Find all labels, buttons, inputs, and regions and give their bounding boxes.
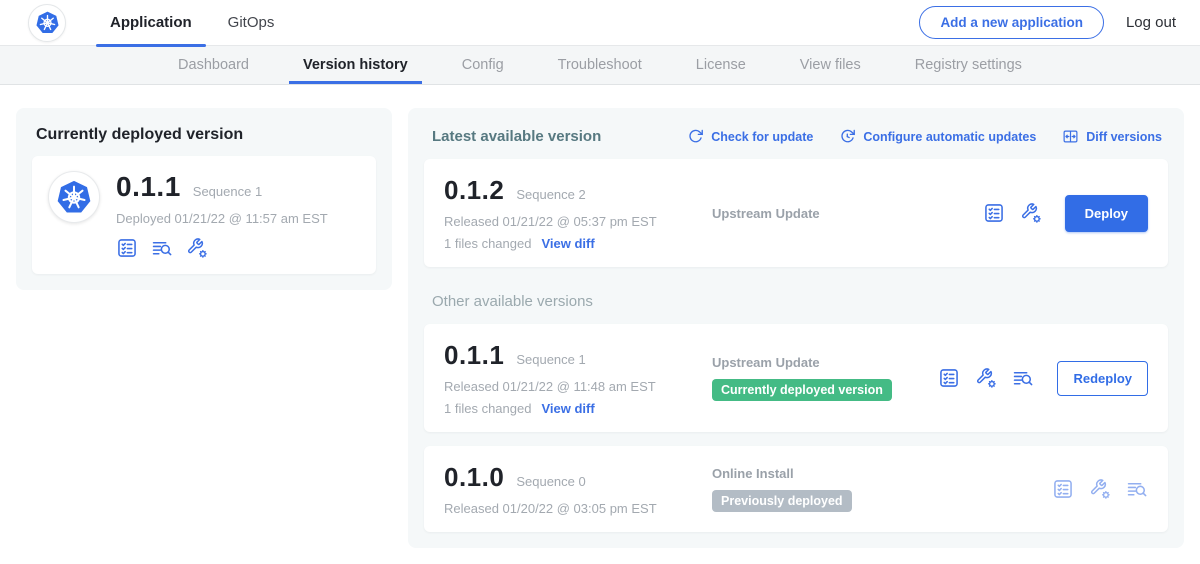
latest-available-title: Latest available version: [432, 128, 601, 145]
config-icon[interactable]: [1089, 478, 1111, 500]
currently-deployed-panel: Currently deployed version 0.1.1 Sequenc…: [16, 108, 392, 290]
diff-icon: [1062, 128, 1079, 145]
version-info: 0.1.1 Sequence 1 Released 01/21/22 @ 11:…: [444, 340, 712, 416]
tab-view-files-label: View files: [800, 57, 861, 73]
view-diff-link[interactable]: View diff: [541, 236, 594, 251]
kubernetes-logo: [28, 4, 66, 42]
deploy-button[interactable]: Deploy: [1065, 195, 1148, 232]
redeploy-button[interactable]: Redeploy: [1057, 361, 1148, 396]
deployed-icon-row: [116, 237, 328, 259]
preflight-checks-icon[interactable]: [1052, 478, 1074, 500]
version-info: 0.1.0 Sequence 0 Released 01/20/22 @ 03:…: [444, 462, 712, 516]
sequence-label: Sequence 0: [516, 474, 585, 489]
tab-application[interactable]: Application: [92, 0, 210, 46]
app-logo: [48, 171, 100, 223]
version-actions-right: Deploy: [983, 195, 1148, 232]
files-changed-label: 1 files changed: [444, 401, 531, 416]
version-source: Upstream Update: [712, 206, 983, 221]
version-number: 0.1.2: [444, 175, 504, 206]
tab-registry-settings[interactable]: Registry settings: [901, 46, 1036, 84]
config-icon[interactable]: [186, 237, 208, 259]
kubernetes-helm-icon: [54, 177, 94, 217]
tab-license[interactable]: License: [682, 46, 760, 84]
deployed-version-number: 0.1.1: [116, 171, 181, 203]
released-timestamp: Released 01/20/22 @ 03:05 pm EST: [444, 501, 712, 516]
tab-gitops-label: GitOps: [228, 14, 275, 31]
released-timestamp: Released 01/21/22 @ 05:37 pm EST: [444, 214, 712, 229]
source-label: Upstream Update: [712, 355, 820, 370]
source-label: Upstream Update: [712, 206, 820, 221]
kubernetes-helm-icon: [34, 9, 61, 36]
files-changed-label: 1 files changed: [444, 236, 531, 251]
check-for-update-label: Check for update: [711, 130, 813, 144]
tab-dashboard-label: Dashboard: [178, 57, 249, 73]
preflight-checks-icon[interactable]: [116, 237, 138, 259]
deploy-logs-icon[interactable]: [151, 237, 173, 259]
version-source: Upstream Update Currently deployed versi…: [712, 355, 938, 401]
diff-versions-link[interactable]: Diff versions: [1062, 128, 1162, 145]
logout-button[interactable]: Log out: [1126, 14, 1176, 31]
deployed-panel-title: Currently deployed version: [36, 126, 376, 144]
configure-automatic-updates-label: Configure automatic updates: [863, 130, 1036, 144]
deployed-sequence-label: Sequence 1: [193, 184, 262, 199]
tab-dashboard[interactable]: Dashboard: [164, 46, 263, 84]
version-info: 0.1.2 Sequence 2 Released 01/21/22 @ 05:…: [444, 175, 712, 251]
version-history-panel: Latest available version Check for updat…: [408, 108, 1184, 548]
deploy-logs-icon[interactable]: [1126, 478, 1148, 500]
tab-gitops[interactable]: GitOps: [210, 0, 293, 46]
version-card-latest: 0.1.2 Sequence 2 Released 01/21/22 @ 05:…: [424, 159, 1168, 267]
tab-config[interactable]: Config: [448, 46, 518, 84]
other-versions-title: Other available versions: [432, 293, 1168, 310]
version-number: 0.1.0: [444, 462, 504, 493]
diff-versions-label: Diff versions: [1086, 130, 1162, 144]
configure-automatic-updates-link[interactable]: Configure automatic updates: [839, 128, 1036, 145]
tab-registry-settings-label: Registry settings: [915, 57, 1022, 73]
sequence-label: Sequence 1: [516, 352, 585, 367]
deployed-version-info: 0.1.1 Sequence 1 Deployed 01/21/22 @ 11:…: [116, 171, 328, 259]
header-right: Add a new application Log out: [919, 6, 1176, 39]
header-tabs: Application GitOps: [92, 0, 292, 46]
tab-version-history-label: Version history: [303, 57, 408, 73]
deployed-timestamp: Deployed 01/21/22 @ 11:57 am EST: [116, 211, 328, 226]
version-card-deployed: 0.1.1 Sequence 1 Released 01/21/22 @ 11:…: [424, 324, 1168, 432]
config-icon[interactable]: [975, 367, 997, 389]
view-diff-link[interactable]: View diff: [541, 401, 594, 416]
add-application-button[interactable]: Add a new application: [919, 6, 1104, 39]
version-card-previous: 0.1.0 Sequence 0 Released 01/20/22 @ 03:…: [424, 446, 1168, 532]
app-subnav: Dashboard Version history Config Trouble…: [0, 46, 1200, 85]
tab-license-label: License: [696, 57, 746, 73]
refresh-clock-icon: [839, 128, 856, 145]
currently-deployed-badge: Currently deployed version: [712, 379, 892, 401]
previously-deployed-badge: Previously deployed: [712, 490, 852, 512]
tab-troubleshoot[interactable]: Troubleshoot: [544, 46, 656, 84]
main-content: Currently deployed version 0.1.1 Sequenc…: [0, 85, 1200, 548]
version-actions-right: Redeploy: [938, 361, 1148, 396]
sequence-label: Sequence 2: [516, 187, 585, 202]
version-source: Online Install Previously deployed: [712, 466, 1052, 512]
refresh-icon: [687, 128, 704, 145]
version-actions: Check for update Configure automatic upd…: [687, 128, 1162, 145]
source-label: Online Install: [712, 466, 794, 481]
app-header: Application GitOps Add a new application…: [0, 0, 1200, 46]
tab-version-history[interactable]: Version history: [289, 46, 422, 84]
latest-version-header: Latest available version Check for updat…: [424, 124, 1168, 145]
preflight-checks-icon[interactable]: [938, 367, 960, 389]
config-icon[interactable]: [1020, 202, 1042, 224]
released-timestamp: Released 01/21/22 @ 11:48 am EST: [444, 379, 712, 394]
tab-view-files[interactable]: View files: [786, 46, 875, 84]
tab-application-label: Application: [110, 14, 192, 31]
tab-config-label: Config: [462, 57, 504, 73]
deployed-version-card: 0.1.1 Sequence 1 Deployed 01/21/22 @ 11:…: [32, 156, 376, 274]
tab-troubleshoot-label: Troubleshoot: [558, 57, 642, 73]
preflight-checks-icon[interactable]: [983, 202, 1005, 224]
check-for-update-link[interactable]: Check for update: [687, 128, 813, 145]
deploy-logs-icon[interactable]: [1012, 367, 1034, 389]
version-number: 0.1.1: [444, 340, 504, 371]
version-actions-right: [1052, 478, 1148, 500]
